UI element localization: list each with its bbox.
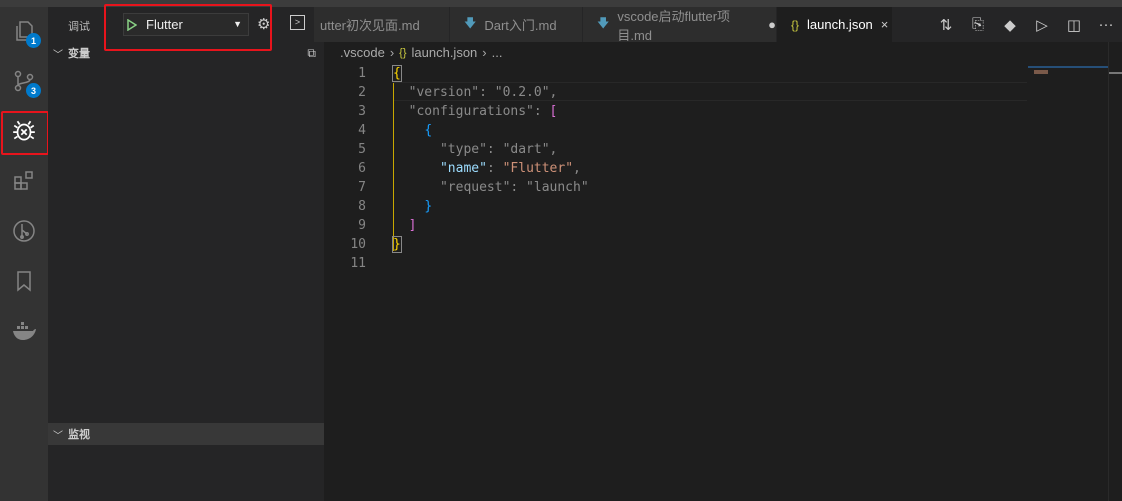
line-number: 10: [350, 237, 366, 252]
bookmark-icon: [17, 271, 31, 292]
debug-sidebar: 调试 Flutter ▼ ⚙ > ﹀ 变量 ⧉ ﹀ 监视: [48, 7, 324, 501]
explorer-badge: 1: [26, 33, 41, 48]
line-number: 11: [350, 256, 366, 271]
open-file-icon[interactable]: ⎘: [962, 16, 994, 33]
chevron-right-icon: ›: [482, 45, 487, 60]
watch-label: 监视: [68, 429, 90, 441]
line-number: 8: [358, 199, 366, 214]
line-number: 6: [358, 161, 366, 176]
gitlens-icon: [13, 220, 35, 242]
line-number: 1: [358, 66, 366, 81]
activity-source-control[interactable]: 3: [0, 57, 48, 105]
debug-highlight-box: [1, 111, 49, 155]
tab-flutter-intro[interactable]: utter初次见面.md: [314, 7, 450, 42]
activity-bookmarks[interactable]: [0, 257, 48, 305]
tab-label: launch.json: [807, 17, 873, 32]
run-icon[interactable]: ▷: [1026, 16, 1058, 34]
line-number: 7: [358, 180, 366, 195]
close-icon[interactable]: ×: [881, 17, 889, 32]
collapse-all-icon[interactable]: ⧉: [307, 46, 316, 61]
watch-section-header[interactable]: ﹀ 监视: [48, 423, 324, 445]
vertical-scrollbar[interactable]: [1108, 42, 1122, 501]
tab-dart-intro[interactable]: 🡇 Dart入门.md: [450, 7, 583, 42]
activity-explorer[interactable]: 1: [0, 7, 48, 55]
activity-gitlens[interactable]: [0, 207, 48, 255]
breadcrumb-file[interactable]: launch.json: [412, 45, 478, 60]
activity-docker[interactable]: [0, 307, 48, 355]
markdown-icon: 🡇: [597, 16, 610, 30]
editor-actions: ⇅ ⎘ ◆ ▷ ◫ ···: [930, 7, 1122, 42]
git-icon[interactable]: ◆: [994, 16, 1026, 34]
editor-tabs: utter初次见面.md 🡇 Dart入门.md 🡇 vscode启动flutter…: [314, 7, 1122, 43]
split-editor-icon[interactable]: ◫: [1058, 16, 1090, 34]
breadcrumb: .vscode › {} launch.json › ...: [340, 45, 502, 60]
minimap[interactable]: [1028, 64, 1108, 94]
breadcrumb-more[interactable]: ...: [492, 45, 503, 60]
json-icon: {}: [399, 46, 407, 59]
tab-label: utter初次见面.md: [320, 18, 420, 33]
more-actions-icon[interactable]: ···: [1090, 16, 1122, 33]
chevron-down-icon: ﹀: [53, 49, 63, 61]
markdown-icon: 🡇: [464, 16, 477, 30]
activity-extensions[interactable]: [0, 157, 48, 205]
line-number: 9: [358, 218, 366, 233]
line-number: 2: [358, 85, 366, 100]
chevron-down-icon: ﹀: [53, 430, 63, 442]
source-control-badge: 3: [26, 83, 41, 98]
breadcrumb-folder[interactable]: .vscode: [340, 45, 385, 60]
docker-icon: [13, 322, 36, 340]
tab-vscode-flutter[interactable]: 🡇 vscode启动flutter项目.md ●: [583, 7, 777, 43]
sidebar-title: 调试: [68, 21, 90, 33]
tab-label: Dart入门.md: [484, 18, 557, 33]
variables-label: 变量: [68, 48, 90, 60]
unsaved-dot-icon: ●: [768, 17, 776, 32]
chevron-right-icon: ›: [389, 45, 395, 60]
extensions-icon: [14, 171, 33, 190]
line-number: 4: [358, 123, 366, 138]
json-icon: {}: [791, 17, 800, 32]
line-number: 5: [358, 142, 366, 157]
tab-launch-json[interactable]: {} launch.json ×: [777, 7, 893, 42]
debug-console-icon[interactable]: >: [290, 15, 305, 30]
tab-label: vscode启动flutter项目.md: [617, 8, 731, 43]
line-number: 3: [358, 104, 366, 119]
compare-changes-icon[interactable]: ⇅: [930, 16, 962, 34]
activity-bar: 1 3: [0, 7, 49, 501]
config-highlight-box: [104, 4, 272, 51]
